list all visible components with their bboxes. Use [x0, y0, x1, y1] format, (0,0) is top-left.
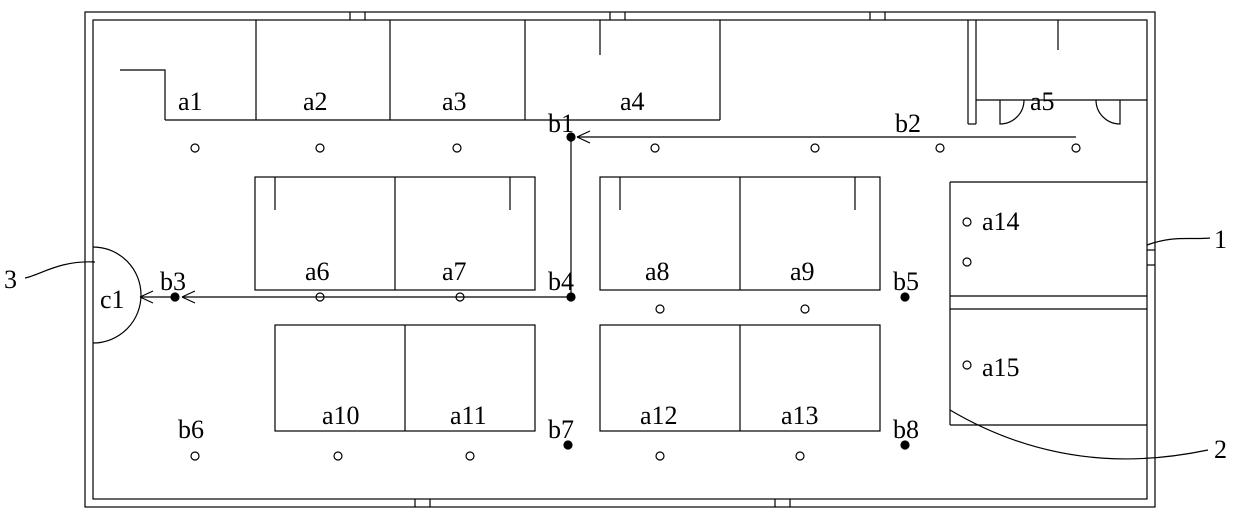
- label-b7: b7: [548, 415, 574, 444]
- leader-1: [1147, 238, 1210, 245]
- dot-a15: [963, 361, 971, 369]
- label-a1: a1: [178, 87, 203, 116]
- label-a8: a8: [645, 257, 670, 286]
- label-a13: a13: [781, 401, 819, 430]
- dot-a13: [796, 452, 804, 460]
- label-a7: a7: [442, 257, 467, 286]
- label-a11: a11: [450, 401, 487, 430]
- label-b1: b1: [548, 109, 574, 138]
- dot-a14: [963, 218, 971, 226]
- label-b4: b4: [548, 267, 574, 296]
- label-a9: a9: [790, 257, 815, 286]
- ref-1: 1: [1214, 225, 1227, 254]
- label-b2: b2: [895, 109, 921, 138]
- label-a14: a14: [982, 207, 1020, 236]
- dot-a11: [466, 452, 474, 460]
- label-a10: a10: [322, 401, 360, 430]
- ref-2: 2: [1214, 435, 1227, 464]
- dot-a10: [334, 452, 342, 460]
- label-c1: c1: [100, 285, 125, 314]
- ref-3: 3: [4, 265, 17, 294]
- label-a4: a4: [620, 87, 645, 116]
- label-a6: a6: [305, 257, 330, 286]
- dot-a1: [191, 144, 199, 152]
- label-b5: b5: [893, 267, 919, 296]
- label-b8: b8: [893, 415, 919, 444]
- dot-b6: [191, 452, 199, 460]
- label-b6: b6: [178, 415, 204, 444]
- dot-a2: [316, 144, 324, 152]
- dot-a5: [1072, 144, 1080, 152]
- label-b3: b3: [160, 267, 186, 296]
- dot-a12: [656, 452, 664, 460]
- label-a3: a3: [442, 87, 467, 116]
- dot-a4: [651, 144, 659, 152]
- label-a2: a2: [303, 87, 328, 116]
- floor-plan-diagram: a1 a2 a3 a4 a5 a6 a7 a8 a9 a10 a11 a12 a…: [0, 0, 1240, 530]
- text-labels: a1 a2 a3 a4 a5 a6 a7 a8 a9 a10 a11 a12 a…: [100, 87, 1055, 444]
- label-a5: a5: [1030, 87, 1055, 116]
- label-a15: a15: [982, 353, 1020, 382]
- leader-2: [950, 410, 1208, 459]
- label-a12: a12: [640, 401, 678, 430]
- dot-a3: [453, 144, 461, 152]
